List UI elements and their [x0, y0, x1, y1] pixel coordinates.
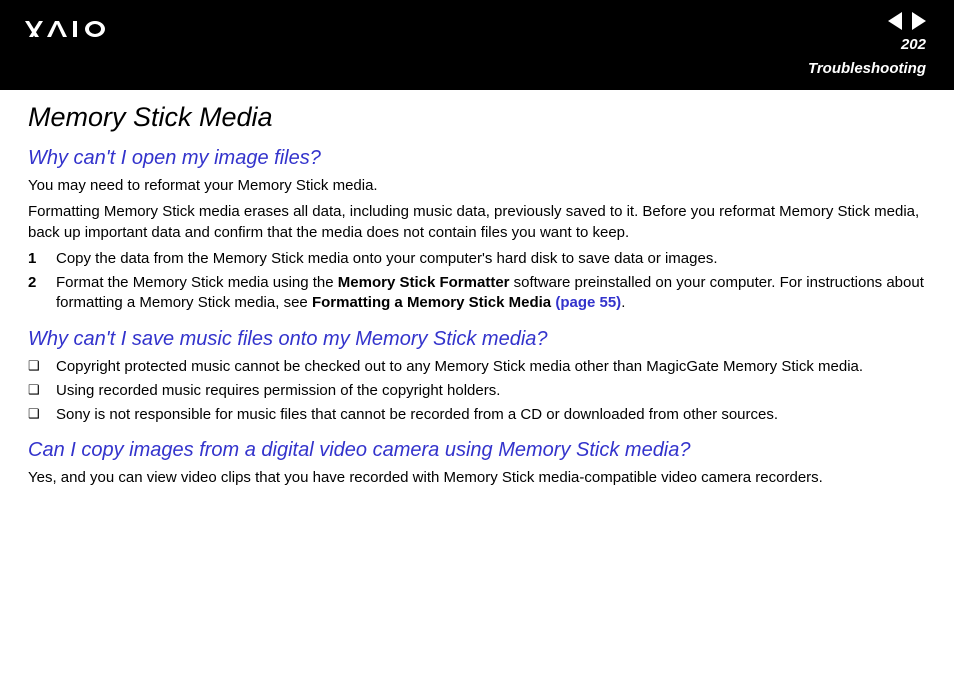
q1-paragraph-2: Formatting Memory Stick media erases all… — [28, 202, 926, 243]
vaio-logo — [25, 18, 133, 40]
bullet-icon: ❑ — [28, 381, 56, 401]
step-1: 1 Copy the data from the Memory Stick me… — [28, 249, 926, 269]
page-title: Memory Stick Media — [28, 102, 926, 133]
bullet-icon: ❑ — [28, 357, 56, 377]
step-number: 2 — [28, 273, 56, 314]
question-2-heading: Why can't I save music files onto my Mem… — [28, 328, 926, 351]
bullet-text: Copyright protected music cannot be chec… — [56, 357, 863, 377]
bullet-icon: ❑ — [28, 405, 56, 425]
next-page-arrow[interactable] — [912, 12, 926, 30]
step-text: Format the Memory Stick media using the … — [56, 273, 926, 314]
step-text: Copy the data from the Memory Stick medi… — [56, 249, 718, 269]
bullet-item: ❑Copyright protected music cannot be che… — [28, 357, 926, 377]
page-number: 202 — [901, 36, 926, 53]
bullet-text: Sony is not responsible for music files … — [56, 405, 778, 425]
bullet-item: ❑Sony is not responsible for music files… — [28, 405, 926, 425]
bullet-item: ❑Using recorded music requires permissio… — [28, 381, 926, 401]
q3-paragraph-1: Yes, and you can view video clips that y… — [28, 468, 926, 488]
page-55-link[interactable]: (page 55) — [551, 294, 621, 311]
content: Memory Stick Media Why can't I open my i… — [0, 90, 954, 489]
bullet-text: Using recorded music requires permission… — [56, 381, 500, 401]
q2-bullets: ❑Copyright protected music cannot be che… — [28, 357, 926, 426]
section-name: Troubleshooting — [808, 60, 926, 77]
nav-arrows — [888, 12, 926, 35]
question-3-heading: Can I copy images from a digital video c… — [28, 439, 926, 462]
q1-steps: 1 Copy the data from the Memory Stick me… — [28, 249, 926, 314]
question-1-heading: Why can't I open my image files? — [28, 147, 926, 170]
step-2: 2 Format the Memory Stick media using th… — [28, 273, 926, 314]
step-number: 1 — [28, 249, 56, 269]
page-header: 202 Troubleshooting — [0, 0, 954, 90]
q1-paragraph-1: You may need to reformat your Memory Sti… — [28, 176, 926, 196]
prev-page-arrow[interactable] — [888, 12, 902, 30]
